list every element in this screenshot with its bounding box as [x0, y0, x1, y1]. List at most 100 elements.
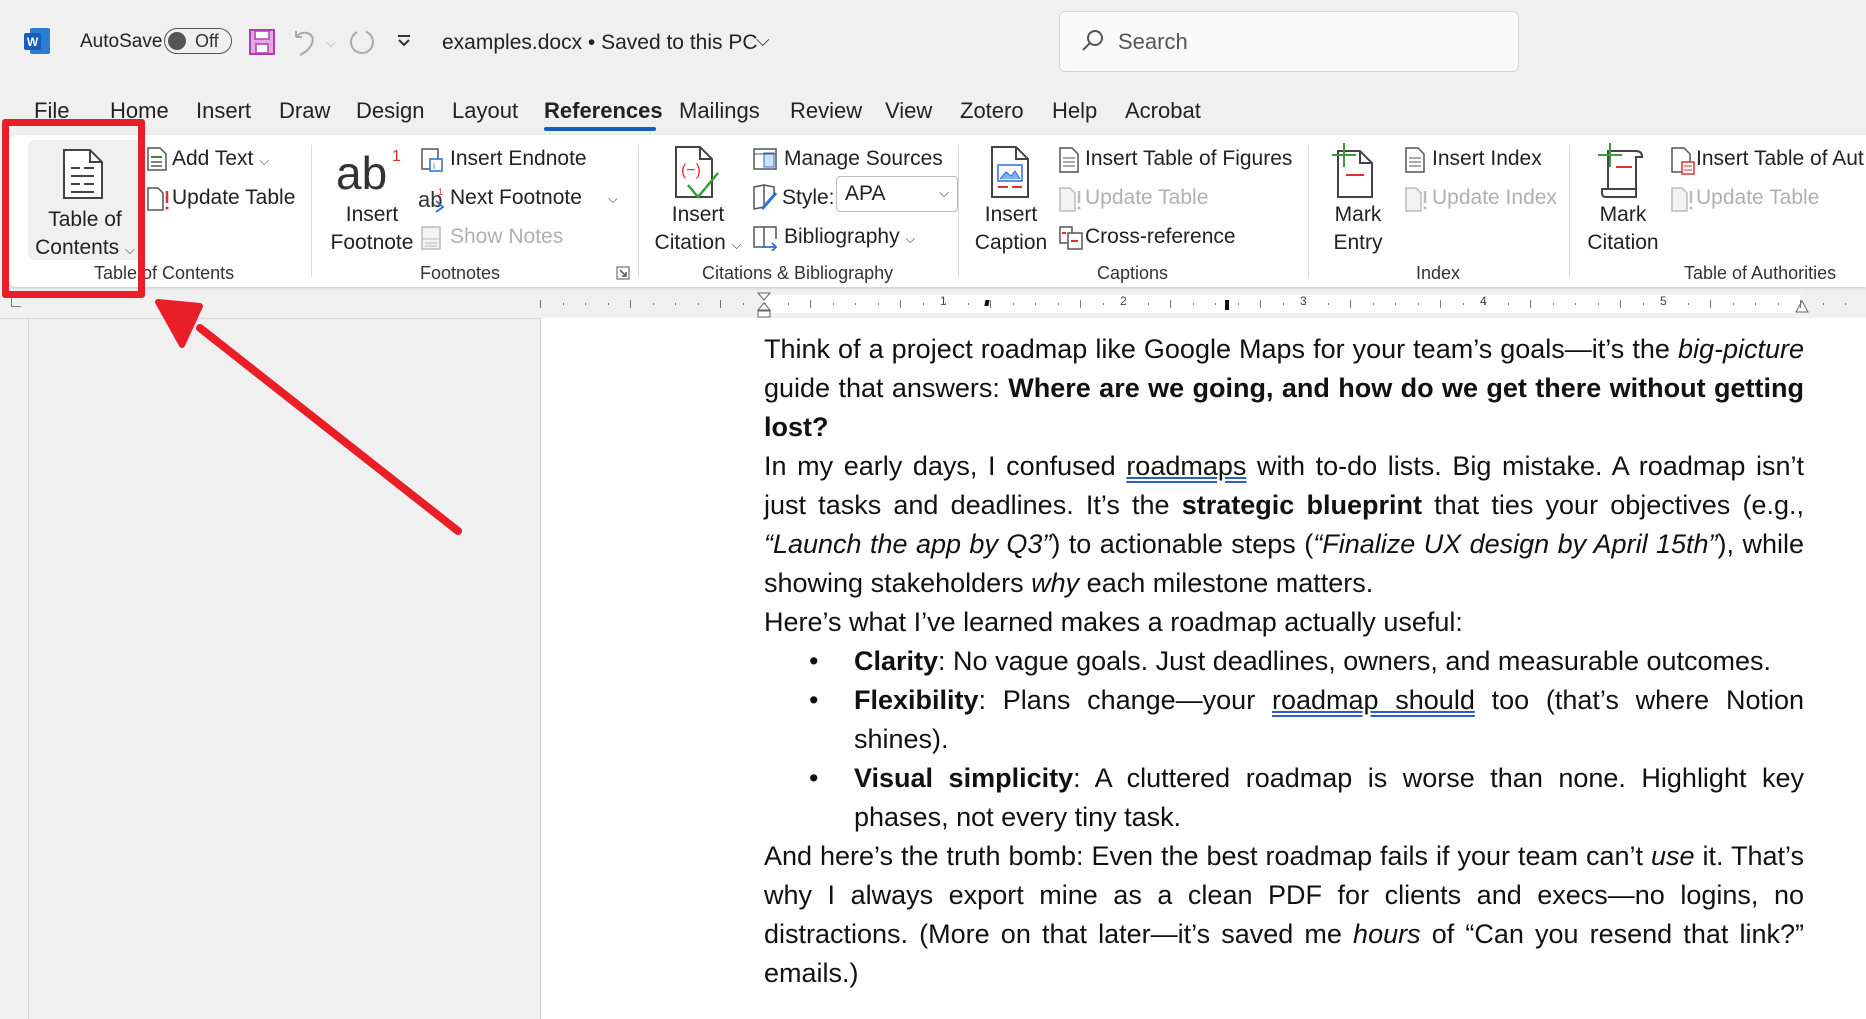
tab-view[interactable]: View: [885, 98, 932, 124]
group-label-index: Index: [1416, 263, 1461, 283]
citation-style-select[interactable]: APA ⌵: [836, 176, 958, 212]
ruler-tick: [1327, 303, 1329, 305]
insert-caption-button[interactable]: Insert Caption: [966, 139, 1056, 259]
bullet-icon: •: [809, 685, 819, 715]
tab-draw[interactable]: Draw: [279, 98, 330, 124]
tab-references[interactable]: References: [544, 98, 663, 124]
dialog-launcher-icon[interactable]: [616, 266, 630, 280]
mark-citation-label-line1: Mark: [1599, 203, 1647, 226]
update-index-button[interactable]: Update Index: [1432, 186, 1557, 210]
right-indent-marker-icon[interactable]: [1794, 300, 1810, 314]
ruler-tick: [1732, 303, 1734, 305]
tab-layout[interactable]: Layout: [452, 98, 518, 124]
bibliography-button[interactable]: Bibliography ⌵: [784, 225, 915, 249]
paragraph-2: In my early days, I confused roadmaps wi…: [764, 447, 1804, 603]
bold-run: strategic blueprint: [1181, 490, 1422, 520]
document-title[interactable]: examples.docx • Saved to this PC: [442, 31, 758, 55]
ruler-tick: [1395, 303, 1396, 305]
redo-icon[interactable]: [348, 27, 376, 55]
autosave-toggle[interactable]: Off: [164, 28, 232, 54]
add-text-button[interactable]: Add Text ⌵: [172, 147, 269, 171]
bold-run: Visual simplicity: [854, 763, 1074, 793]
mark-entry-label-line2: Entry: [1333, 231, 1383, 254]
update-table-of-authorities-button[interactable]: Update Table: [1696, 186, 1819, 210]
italic-run: hours: [1353, 919, 1421, 949]
insert-table-of-authorities-button[interactable]: Insert Table of Aut: [1696, 147, 1864, 171]
insert-footnote-button[interactable]: ab 1 Insert Footnote: [324, 139, 420, 259]
document-body[interactable]: Think of a project roadmap like Google M…: [764, 330, 1804, 993]
paragraph-3: Here’s what I’ve learned makes a roadmap…: [764, 607, 1463, 637]
cross-reference-button[interactable]: Cross-reference: [1085, 225, 1236, 249]
tab-mailings[interactable]: Mailings: [679, 98, 760, 124]
chevron-down-icon: ⌵: [905, 231, 916, 246]
title-bar: W AutoSave Off ⌵ examples.docx • Saved t…: [0, 0, 1866, 84]
document-margin-area: [0, 318, 540, 1019]
mark-entry-button[interactable]: Mark Entry: [1318, 139, 1398, 259]
footnote-label-line1: Insert: [345, 203, 399, 226]
insert-citation-button[interactable]: (−) Insert Citation ⌵: [646, 139, 750, 259]
tab-review[interactable]: Review: [790, 98, 862, 124]
undo-icon[interactable]: [290, 27, 320, 57]
insert-table-of-figures-button[interactable]: Insert Table of Figures: [1085, 147, 1292, 171]
next-footnote-button[interactable]: Next Footnote: [450, 186, 582, 210]
insert-endnote-button[interactable]: Insert Endnote: [450, 147, 587, 171]
svg-text:ab: ab: [336, 147, 387, 197]
bold-run: Flexibility: [854, 685, 979, 715]
manage-sources-button[interactable]: Manage Sources: [784, 147, 943, 171]
ruler-tick: [607, 303, 609, 305]
insert-index-button[interactable]: Insert Index: [1432, 147, 1542, 171]
ruler-tick: [945, 303, 946, 305]
update-table-button[interactable]: Update Table: [172, 186, 295, 210]
search-box[interactable]: Search: [1059, 11, 1519, 72]
mark-citation-button[interactable]: Mark Citation: [1578, 139, 1668, 259]
ruler-tick: [1620, 300, 1621, 308]
tab-design[interactable]: Design: [356, 98, 424, 124]
group-separator: [638, 145, 639, 277]
chevron-down-icon: ⌵: [731, 237, 742, 252]
grammar-flagged-word[interactable]: roadmaps: [1126, 451, 1246, 481]
ruler-tick: [1642, 303, 1644, 305]
tab-help[interactable]: Help: [1052, 98, 1097, 124]
customize-quick-access-icon[interactable]: [396, 33, 412, 49]
update-index-icon: [1405, 187, 1427, 212]
ruler-tick: [675, 303, 676, 305]
title-dropdown-icon[interactable]: ⌵: [756, 30, 770, 51]
ruler-tick: [1305, 303, 1306, 305]
undo-dropdown-icon[interactable]: ⌵: [326, 35, 336, 51]
ruler-tick: [1260, 300, 1261, 308]
next-footnote-dropdown-icon[interactable]: ⌵: [608, 191, 618, 207]
text-run: In my early days, I confused: [764, 451, 1127, 481]
manage-sources-icon: [753, 148, 777, 170]
group-separator: [1308, 145, 1309, 277]
ruler-tick: [787, 303, 789, 305]
italic-run: big-picture: [1677, 334, 1804, 364]
text-run: And here’s the truth bomb: Even the best…: [764, 841, 1651, 871]
svg-text:W: W: [27, 35, 39, 49]
update-table-of-figures-button[interactable]: Update Table: [1085, 186, 1208, 210]
horizontal-ruler[interactable]: ∟ 1 2 3 4 5: [0, 292, 1866, 318]
tab-acrobat[interactable]: Acrobat: [1125, 98, 1201, 124]
ruler-tick: [1845, 303, 1846, 305]
italic-run: “Launch the app by Q3”: [764, 529, 1052, 559]
ruler-tick: [1710, 300, 1711, 308]
ruler-tick: [765, 303, 766, 305]
bold-run: Clarity: [854, 646, 939, 676]
save-icon[interactable]: [248, 28, 276, 56]
tab-insert[interactable]: Insert: [196, 98, 251, 124]
ruler-tick: [1575, 303, 1576, 305]
ruler-tick: [900, 300, 901, 308]
show-notes-icon: [421, 226, 441, 250]
word-icon[interactable]: W: [22, 26, 52, 56]
indent-marker-icon[interactable]: [756, 292, 772, 318]
text-run: each milestone matters.: [1079, 568, 1374, 598]
grammar-flagged-word[interactable]: roadmap should: [1272, 685, 1475, 715]
ruler-number: 1: [940, 294, 947, 308]
heading-clipped: [980, 300, 1230, 320]
show-notes-button[interactable]: Show Notes: [450, 225, 563, 249]
annotation-highlight-box: [2, 119, 145, 298]
ruler-tick: [1800, 300, 1801, 308]
tab-zotero[interactable]: Zotero: [960, 98, 1024, 124]
citation-label-line1: Insert: [671, 203, 725, 226]
italic-run: “Finalize UX design by April 15th”: [1313, 529, 1718, 559]
text-run: guide that answers:: [764, 373, 1009, 403]
